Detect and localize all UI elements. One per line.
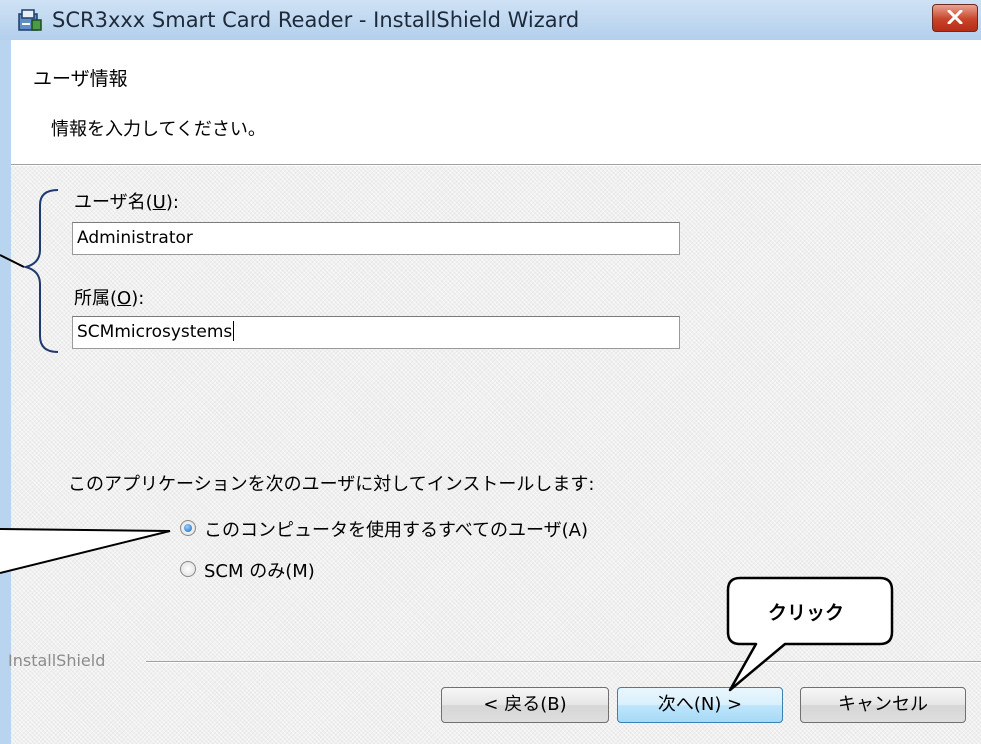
callout-bubble [726, 576, 894, 692]
bracket-pointer-line [0, 254, 25, 268]
bracket-mark [22, 189, 59, 353]
callout-label: クリック [767, 602, 844, 624]
installer-window: SCR3xxx Smart Card Reader - InstallShiel… [0, 0, 981, 744]
annotation-overlay [0, 189, 894, 692]
